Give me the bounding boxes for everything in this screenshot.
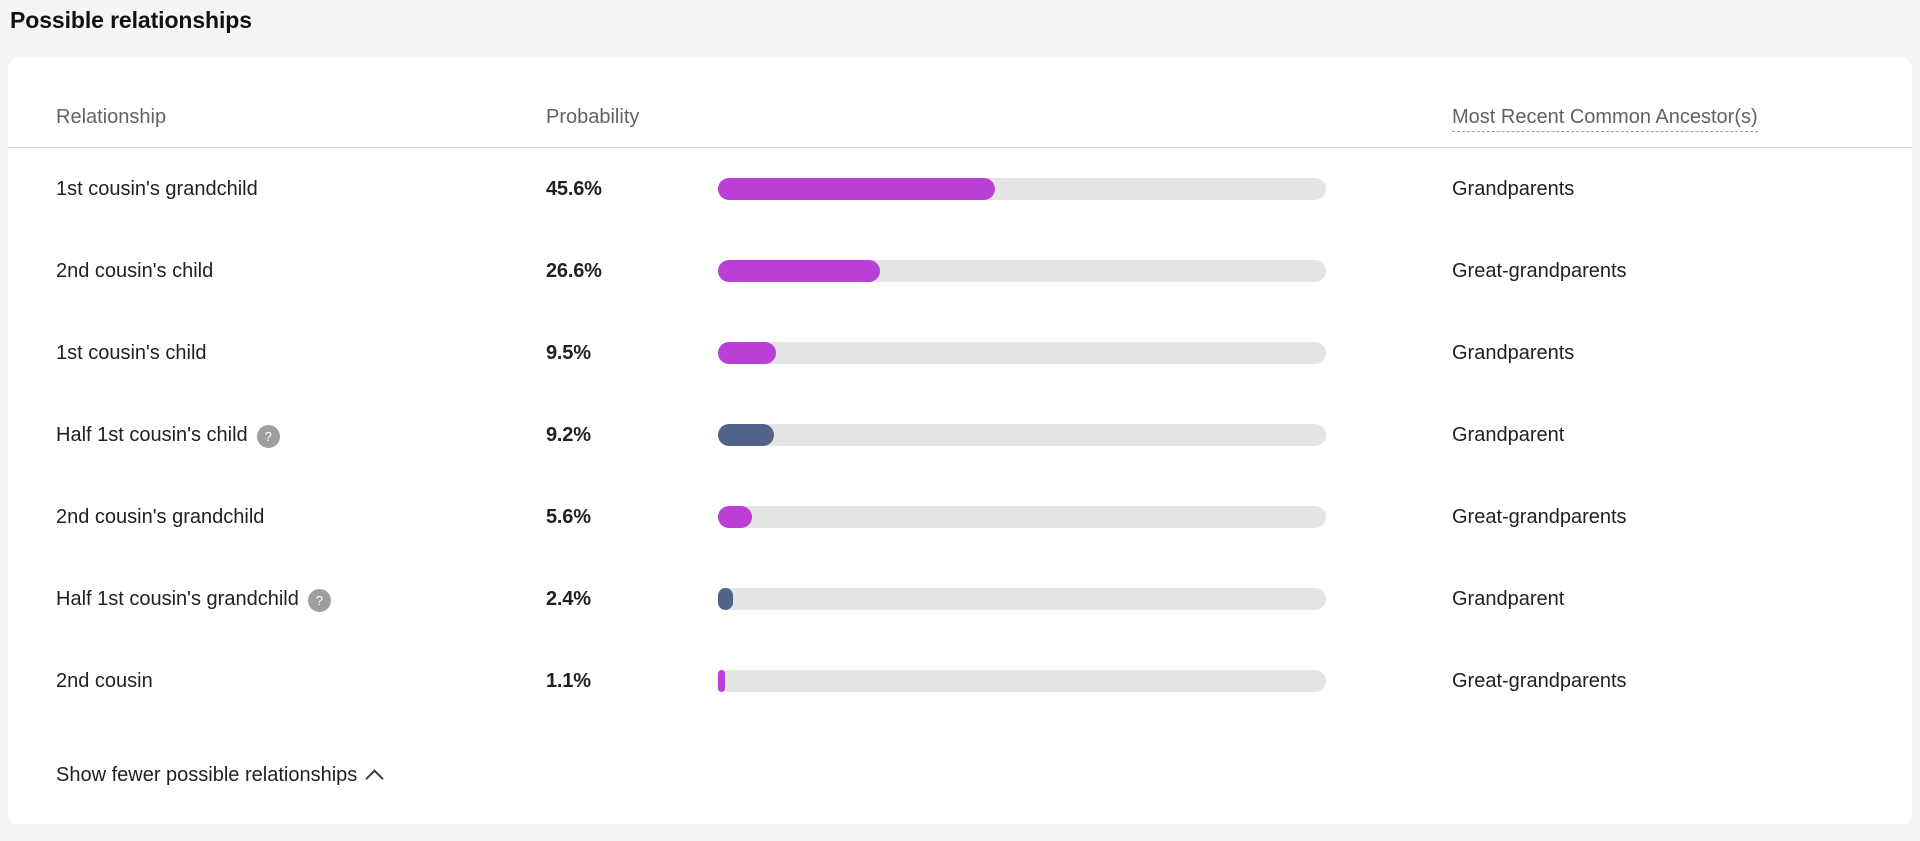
relationship-label: Half 1st cousin's grandchild: [56, 588, 299, 610]
most-recent-common-ancestor-value: Great-grandparents: [1452, 670, 1627, 692]
probability-bar-fill: [718, 178, 996, 200]
probability-value: 9.5%: [546, 342, 591, 364]
probability-value: 5.6%: [546, 506, 591, 528]
table-row: Half 1st cousin's grandchild? 2.4% Grandpa…: [8, 558, 1912, 640]
probability-bar-fill: [718, 670, 725, 692]
relationship-label: 1st cousin's child: [56, 342, 207, 364]
table-row: Half 1st cousin's child? 9.2% Grandparent: [8, 394, 1912, 476]
probability-bar: [718, 670, 1326, 692]
column-header-relationship: Relationship: [56, 106, 167, 128]
probability-bar-track: [718, 588, 1326, 610]
probability-bar-fill: [718, 588, 733, 610]
most-recent-common-ancestor-value: Great-grandparents: [1452, 260, 1627, 282]
probability-bar: [718, 506, 1326, 528]
show-fewer-relationships-label: Show fewer possible relationships: [56, 764, 358, 786]
probability-value: 1.1%: [546, 670, 591, 692]
probability-bar: [718, 178, 1326, 200]
most-recent-common-ancestor-value: Grandparent: [1452, 588, 1565, 610]
probability-bar-track: [718, 424, 1326, 446]
relationship-name: Half 1st cousin's child?: [56, 422, 280, 448]
chevron-up-icon: [365, 768, 384, 788]
probability-bar-fill: [718, 260, 880, 282]
relationship-label: 2nd cousin: [56, 670, 153, 692]
relationship-label: 1st cousin's grandchild: [56, 178, 258, 200]
possible-relationships-page: Possible relationships Relationship Prob…: [0, 0, 1920, 841]
table-row: 2nd cousin's child 26.6% Great-grandparent…: [8, 230, 1912, 312]
probability-bar: [718, 342, 1326, 364]
relationship-name: 1st cousin's grandchild: [56, 176, 258, 202]
table-body: 1st cousin's grandchild 45.6% Grandparents…: [8, 148, 1912, 722]
most-recent-common-ancestor-value: Great-grandparents: [1452, 506, 1627, 528]
relationship-name: 2nd cousin: [56, 668, 153, 694]
most-recent-common-ancestor-value: Grandparents: [1452, 178, 1575, 200]
relationship-name: 1st cousin's child: [56, 340, 207, 366]
table-row: 2nd cousin's grandchild 5.6% Great-grandpa…: [8, 476, 1912, 558]
relationship-label: 2nd cousin's child: [56, 260, 214, 282]
probability-bar-track: [718, 342, 1326, 364]
show-fewer-relationships-button[interactable]: Show fewer possible relationships: [56, 762, 384, 788]
relationship-label: 2nd cousin's grandchild: [56, 506, 265, 528]
relationship-label: Half 1st cousin's child: [56, 424, 248, 446]
probability-bar-track: [718, 670, 1326, 692]
help-question-icon[interactable]: ?: [307, 588, 331, 612]
most-recent-common-ancestor-value: Grandparent: [1452, 424, 1565, 446]
probability-bar-fill: [718, 342, 776, 364]
relationship-name: 2nd cousin's child: [56, 258, 213, 284]
column-header-probability: Probability: [546, 106, 640, 128]
probability-bar-fill: [718, 506, 753, 528]
table-row: 2nd cousin 1.1% Great-grandparents: [8, 640, 1912, 722]
help-question-icon[interactable]: ?: [256, 424, 280, 448]
probability-bar-fill: [718, 424, 774, 446]
probability-value: 45.6%: [546, 178, 602, 200]
relationship-name: 2nd cousin's grandchild: [56, 504, 264, 530]
relationship-name: Half 1st cousin's grandchild?: [56, 586, 331, 612]
probability-value: 9.2%: [546, 424, 591, 446]
probability-bar: [718, 588, 1326, 610]
table-header: Relationship Probability Most Recent Com…: [8, 58, 1912, 148]
probability-bar: [718, 424, 1326, 446]
card-footer: Show fewer possible relationships: [8, 726, 1912, 824]
table-row: 1st cousin's grandchild 45.6% Grandparents: [8, 148, 1912, 230]
relationships-card: Relationship Probability Most Recent Com…: [8, 58, 1912, 824]
probability-bar-track: [718, 506, 1326, 528]
probability-bar: [718, 260, 1326, 282]
column-header-most-recent-common-ancestor[interactable]: Most Recent Common Ancestor(s): [1452, 105, 1758, 132]
table-row: 1st cousin's child 9.5% Grandparents: [8, 312, 1912, 394]
most-recent-common-ancestor-value: Grandparents: [1452, 342, 1575, 364]
page-title: Possible relationships: [10, 7, 252, 33]
probability-value: 2.4%: [546, 588, 591, 610]
probability-value: 26.6%: [546, 260, 602, 282]
